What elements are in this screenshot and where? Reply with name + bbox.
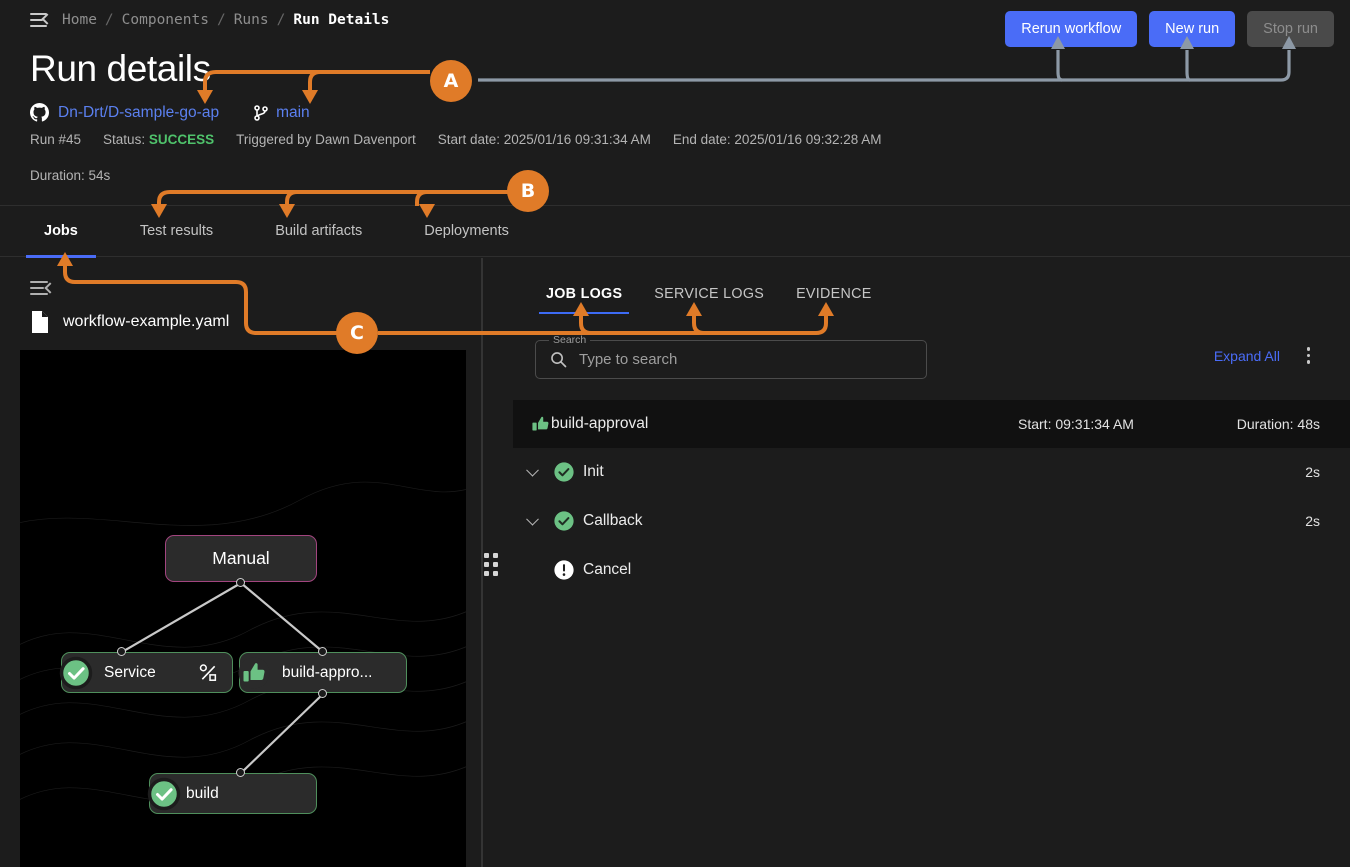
tab-build-artifacts[interactable]: Build artifacts <box>253 205 384 257</box>
breadcrumb: Home / Components / Runs / Run Details <box>30 12 389 28</box>
search-input[interactable] <box>579 351 879 368</box>
tab-job-logs[interactable]: JOB LOGS <box>535 280 633 316</box>
search-field-label: Search <box>549 334 590 346</box>
main-tabs: Jobs Test results Build artifacts Deploy… <box>0 205 1350 257</box>
graph-node-build-label: build <box>186 785 219 803</box>
job-duration: Duration: 48s <box>1237 416 1320 432</box>
workflow-file-row[interactable]: workflow-example.yaml <box>30 310 229 334</box>
step-row-cancel[interactable]: Cancel <box>513 546 1350 594</box>
app-root: Home / Components / Runs / Run Details R… <box>0 0 1350 867</box>
thumbs-up-icon <box>529 411 555 437</box>
branch-link[interactable]: main <box>276 104 310 122</box>
graph-node-manual-label: Manual <box>212 548 269 569</box>
file-icon <box>30 310 50 334</box>
rerun-workflow-button[interactable]: Rerun workflow <box>1005 11 1137 47</box>
breadcrumb-separator: / <box>277 12 286 28</box>
log-tabs: JOB LOGS SERVICE LOGS EVIDENCE <box>535 280 883 316</box>
graph-port <box>236 578 245 587</box>
end-date: End date: 2025/01/16 09:32:28 AM <box>673 132 882 147</box>
header-actions: Rerun workflow New run Stop run <box>1005 11 1334 47</box>
check-circle-icon <box>553 510 575 532</box>
collapse-panel-icon[interactable] <box>30 281 52 296</box>
new-run-button[interactable]: New run <box>1149 11 1235 47</box>
chevron-down-icon[interactable] <box>526 513 539 526</box>
graph-node-build-approval[interactable]: build-appro... <box>239 652 407 693</box>
expand-all-button[interactable]: Expand All <box>1214 348 1280 364</box>
annotation-marker-b: B <box>507 170 549 212</box>
graph-node-service-label: Service <box>104 664 156 682</box>
tab-jobs[interactable]: Jobs <box>22 205 100 257</box>
breadcrumb-separator: / <box>105 12 114 28</box>
more-vertical-icon[interactable] <box>1307 347 1311 364</box>
breadcrumb-current-run-details: Run Details <box>293 12 389 28</box>
git-branch-icon <box>253 104 269 122</box>
alert-circle-icon <box>553 559 575 581</box>
tab-service-logs[interactable]: SERVICE LOGS <box>643 280 775 316</box>
run-number: Run #45 <box>30 132 81 147</box>
graph-node-build[interactable]: build <box>149 773 317 814</box>
job-start-time: Start: 09:31:34 AM <box>1018 416 1134 432</box>
annotation-marker-c: C <box>336 312 378 354</box>
workflow-graph-canvas[interactable]: Manual Service <box>20 350 466 867</box>
percent-split-icon <box>199 663 218 682</box>
graph-node-build-approval-label: build-appro... <box>282 664 372 682</box>
thumbs-up-icon <box>235 654 273 692</box>
chevron-down-icon[interactable] <box>526 464 539 477</box>
step-name: Cancel <box>583 561 631 579</box>
run-duration: Duration: 54s <box>30 168 110 183</box>
run-meta-row: Run #45 Status: SUCCESS Triggered by Daw… <box>30 132 882 147</box>
graph-port <box>236 768 245 777</box>
step-row-callback[interactable]: Callback 2s <box>513 497 1350 545</box>
page-title: Run details <box>30 48 211 90</box>
check-circle-icon <box>553 461 575 483</box>
graph-port <box>117 647 126 656</box>
github-icon <box>30 103 49 122</box>
triggered-by: Triggered by Dawn Davenport <box>236 132 416 147</box>
graph-node-service[interactable]: Service <box>61 652 233 693</box>
tab-deployments[interactable]: Deployments <box>402 205 531 257</box>
graph-port <box>318 689 327 698</box>
breadcrumb-item-components[interactable]: Components <box>122 12 209 28</box>
workflow-file-name: workflow-example.yaml <box>63 313 229 331</box>
step-duration: 2s <box>1305 513 1320 529</box>
step-name: Init <box>583 463 604 481</box>
step-row-init[interactable]: Init 2s <box>513 448 1350 496</box>
tab-evidence[interactable]: EVIDENCE <box>785 280 883 316</box>
graph-node-manual[interactable]: Manual <box>165 535 317 582</box>
repo-link[interactable]: Dn-Drt/D-sample-go-ap <box>58 104 219 122</box>
job-name: build-approval <box>551 415 648 433</box>
step-name: Callback <box>583 512 642 530</box>
status-badge: SUCCESS <box>149 132 214 147</box>
step-duration: 2s <box>1305 464 1320 480</box>
search-icon <box>550 351 567 368</box>
breadcrumb-item-runs[interactable]: Runs <box>234 12 269 28</box>
breadcrumb-separator: / <box>217 12 226 28</box>
run-status-label: Status: <box>103 132 145 147</box>
job-header-row[interactable]: build-approval Start: 09:31:34 AM Durati… <box>513 400 1350 448</box>
graph-port <box>318 647 327 656</box>
tab-test-results[interactable]: Test results <box>118 205 235 257</box>
stop-run-button[interactable]: Stop run <box>1247 11 1334 47</box>
logs-panel: JOB LOGS SERVICE LOGS EVIDENCE Search Ex… <box>483 258 1350 867</box>
annotation-marker-a: A <box>430 60 472 102</box>
search-field[interactable]: Search <box>535 340 927 379</box>
breadcrumb-item-home[interactable]: Home <box>62 12 97 28</box>
hamburger-collapse-icon[interactable] <box>30 13 50 27</box>
check-circle-icon <box>57 654 95 692</box>
run-status: Status: SUCCESS <box>103 132 214 147</box>
start-date: Start date: 2025/01/16 09:31:34 AM <box>438 132 651 147</box>
repo-branch-row: Dn-Drt/D-sample-go-ap main <box>30 103 310 122</box>
workflow-panel: workflow-example.yaml <box>0 258 482 867</box>
check-circle-icon <box>145 775 183 813</box>
